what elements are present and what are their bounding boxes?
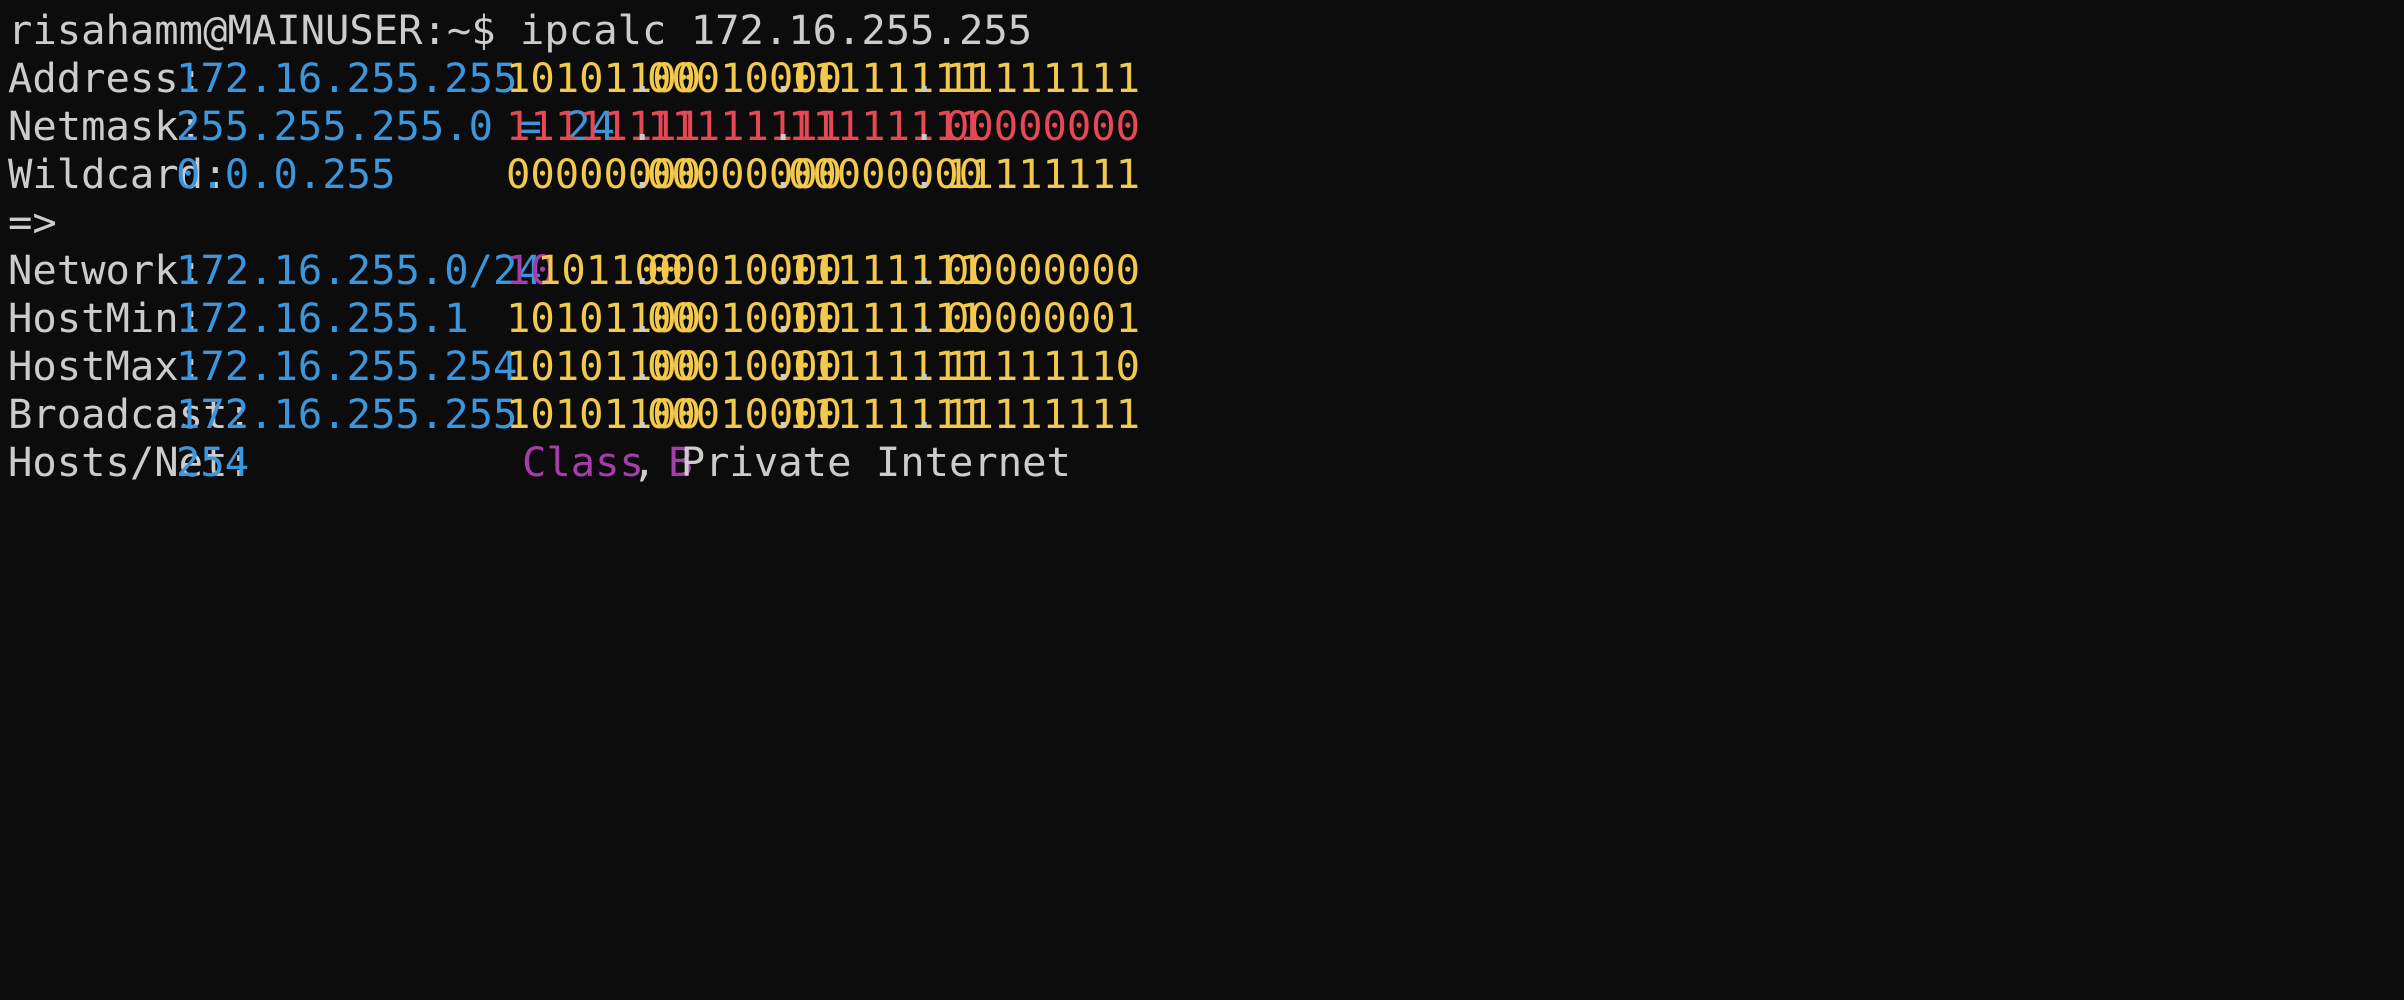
row-label: HostMin: bbox=[8, 294, 204, 342]
binary-octet-4: 11111111 bbox=[945, 390, 1141, 438]
binary-octet-4: 00000000 bbox=[945, 246, 1141, 294]
binary-dot: . bbox=[912, 246, 937, 294]
address-row: Address: 172.16.255.255 10101100 . 00010… bbox=[8, 54, 1140, 102]
network-type-text: , Private Internet bbox=[632, 438, 1071, 486]
hostmin-row: HostMin: 172.16.255.1 10101100 . 0001000… bbox=[8, 294, 1140, 342]
arrow-text: => bbox=[8, 198, 57, 246]
row-value: 254 bbox=[176, 438, 250, 486]
row-label: Network: bbox=[8, 246, 204, 294]
binary-octet-4: 11111111 bbox=[945, 150, 1141, 198]
row-label: Netmask: bbox=[8, 102, 204, 150]
arrow-row: => bbox=[8, 198, 106, 246]
wildcard-row: Wildcard: 0.0.0.255 00000000 . 00000000 … bbox=[8, 150, 1140, 198]
broadcast-row: Broadcast: 172.16.255.255 10101100 . 000… bbox=[8, 390, 1140, 438]
row-value: 172.16.255.255 bbox=[176, 54, 518, 102]
row-value: 172.16.255.1 bbox=[176, 294, 469, 342]
netmask-row: Netmask: 255.255.255.0 = 24 11111111 . 1… bbox=[8, 102, 1140, 150]
command-text: risahamm@MAINUSER:~$ ipcalc 172.16.255.2… bbox=[8, 6, 1033, 54]
network-row: Network: 172.16.255.0/24 10 101100 . 000… bbox=[8, 246, 1140, 294]
row-label: HostMax: bbox=[8, 342, 204, 390]
row-value: 172.16.255.0/24 bbox=[176, 246, 542, 294]
binary-dot: . bbox=[912, 342, 937, 390]
command-prompt-line: risahamm@MAINUSER:~$ ipcalc 172.16.255.2… bbox=[8, 6, 1032, 54]
row-value: 0.0.0.255 bbox=[176, 150, 396, 198]
binary-dot: . bbox=[912, 150, 937, 198]
binary-octet-4: 11111110 bbox=[945, 342, 1141, 390]
binary-dot: . bbox=[912, 102, 937, 150]
terminal-window[interactable]: risahamm@MAINUSER:~$ ipcalc 172.16.255.2… bbox=[0, 0, 2404, 500]
binary-dot: . bbox=[912, 294, 937, 342]
binary-dot: . bbox=[912, 390, 937, 438]
row-value: 172.16.255.254 bbox=[176, 342, 518, 390]
hosts-net-row: Hosts/Net: 254 Class B , Private Interne… bbox=[8, 438, 1071, 486]
row-value: 172.16.255.255 bbox=[176, 390, 518, 438]
binary-octet-4: 11111111 bbox=[945, 54, 1141, 102]
binary-octet-4: 00000001 bbox=[945, 294, 1141, 342]
hostmax-row: HostMax: 172.16.255.254 10101100 . 00010… bbox=[8, 342, 1140, 390]
row-label: Address: bbox=[8, 54, 204, 102]
binary-octet-4: 00000000 bbox=[945, 102, 1141, 150]
binary-dot: . bbox=[912, 54, 937, 102]
